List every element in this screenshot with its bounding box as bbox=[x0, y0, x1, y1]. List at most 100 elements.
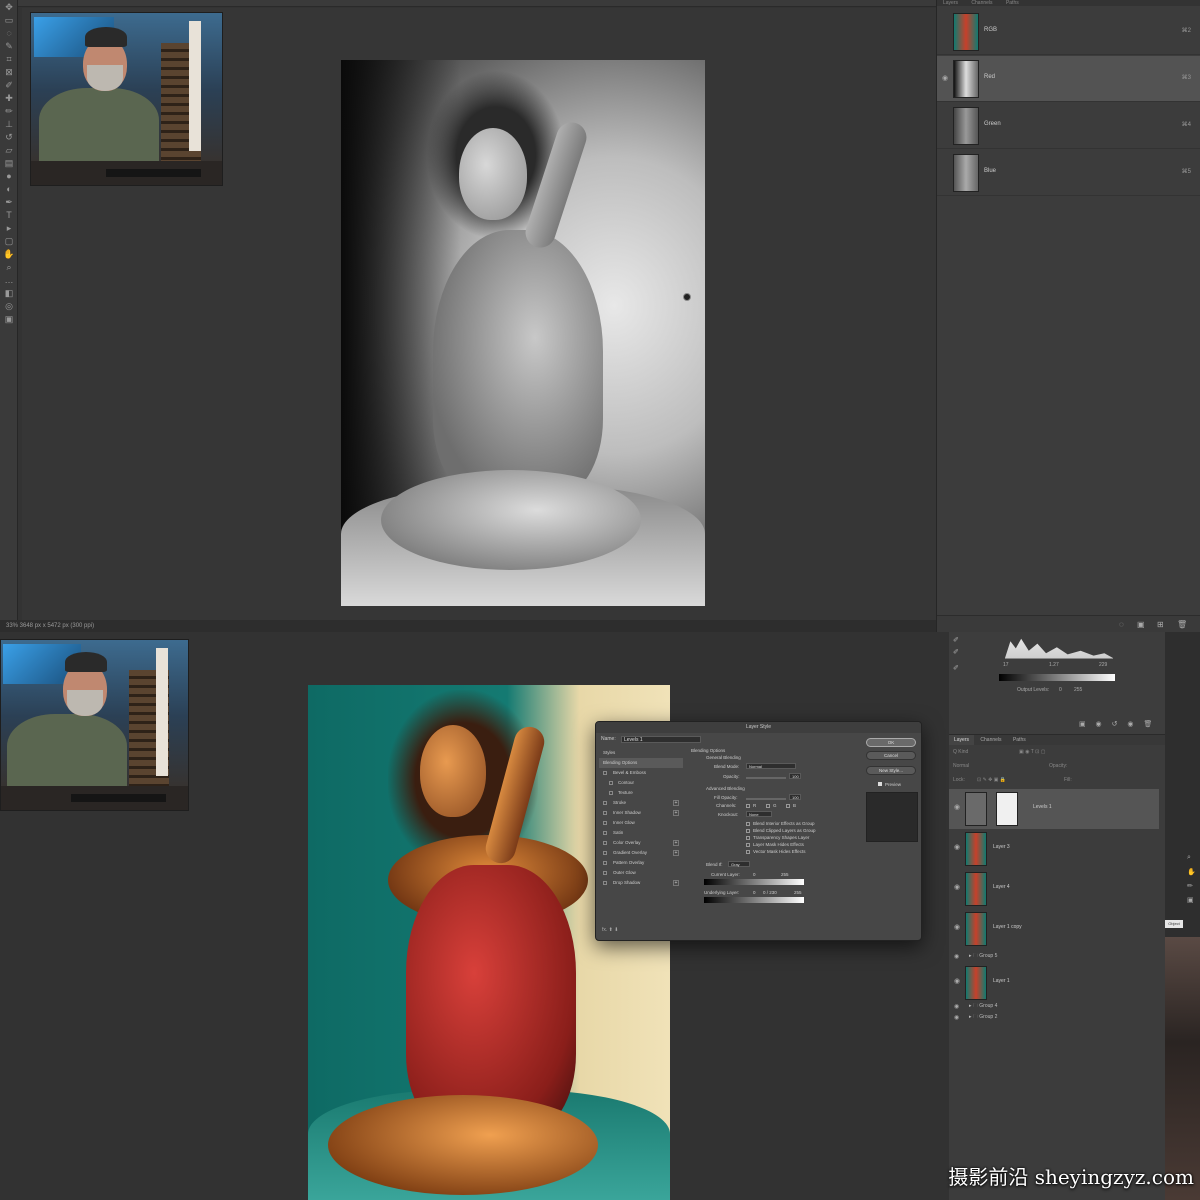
output-levels-slider[interactable] bbox=[999, 674, 1115, 681]
new-style-button[interactable]: New Style... bbox=[866, 766, 916, 775]
move-tool-icon[interactable]: ✥ bbox=[3, 2, 15, 13]
eyedropper-gray-icon[interactable]: ✐ bbox=[953, 648, 959, 656]
save-selection-icon[interactable]: ▣ bbox=[1137, 620, 1145, 629]
style-color-overlay[interactable]: Color Overlay + bbox=[599, 838, 683, 848]
visibility-eye-icon[interactable]: ◉ bbox=[954, 883, 960, 891]
object-button[interactable]: Object bbox=[1165, 920, 1183, 928]
layer-row-layer-4[interactable]: ◉ Layer 4 bbox=[949, 869, 1159, 909]
style-outer-glow[interactable]: Outer Glow bbox=[599, 868, 683, 878]
blend-if-select[interactable]: Gray bbox=[728, 861, 750, 867]
input-white-level[interactable]: 229 bbox=[1099, 662, 1107, 668]
channel-r-checkbox[interactable]: R bbox=[746, 803, 756, 808]
layer-mask-thumbnail[interactable] bbox=[996, 792, 1018, 826]
tab-channels[interactable]: Channels bbox=[975, 735, 1006, 745]
style-drop-shadow[interactable]: Drop Shadow + bbox=[599, 878, 683, 888]
pen-tool-icon[interactable]: ✒ bbox=[3, 197, 15, 208]
style-texture[interactable]: Texture bbox=[599, 788, 683, 798]
style-satin[interactable]: Satin bbox=[599, 828, 683, 838]
ok-button[interactable]: OK bbox=[866, 738, 916, 747]
shape-tool-icon[interactable]: ▢ bbox=[3, 236, 15, 247]
layer-row-layer-3[interactable]: ◉ Layer 3 bbox=[949, 829, 1159, 869]
style-inner-glow[interactable]: Inner Glow bbox=[599, 818, 683, 828]
visibility-eye-icon[interactable]: ◉ bbox=[954, 977, 960, 985]
style-gradient-overlay[interactable]: Gradient Overlay + bbox=[599, 848, 683, 858]
gradient-tool-icon[interactable]: ▤ bbox=[3, 158, 15, 169]
channel-row-blue[interactable]: Blue ⌘5 bbox=[937, 150, 1200, 196]
styles-header[interactable]: Styles bbox=[599, 748, 683, 758]
style-inner-shadow[interactable]: Inner Shadow + bbox=[599, 808, 683, 818]
eyedropper-black-icon[interactable]: ✐ bbox=[953, 636, 959, 644]
crop-tool-icon[interactable]: ⌗ bbox=[3, 54, 15, 65]
healing-tool-icon[interactable]: ✚ bbox=[3, 93, 15, 104]
group-row-group-5[interactable]: ◉ ▸ 🗀 Group 5 bbox=[949, 951, 1159, 962]
visibility-eye-icon[interactable]: ◉ bbox=[954, 953, 959, 960]
blend-mode-select[interactable]: Normal bbox=[746, 763, 796, 769]
brush-icon[interactable]: ✏ bbox=[1187, 882, 1193, 890]
delete-channel-icon[interactable]: 🗑 bbox=[1177, 620, 1187, 629]
layer-row-levels-1[interactable]: ◉ Levels 1 bbox=[949, 789, 1159, 829]
hand-tool-icon[interactable]: ✋ bbox=[3, 249, 15, 260]
opacity-input[interactable]: 100 bbox=[789, 773, 801, 779]
output-white-level[interactable]: 255 bbox=[1074, 687, 1082, 693]
quick-select-tool-icon[interactable]: ✎ bbox=[3, 41, 15, 52]
tab-layers[interactable]: Layers bbox=[937, 0, 964, 6]
style-name-input[interactable]: Levels 1 bbox=[621, 736, 701, 743]
fill-opacity-input[interactable]: 100 bbox=[789, 794, 801, 800]
tab-paths[interactable]: Paths bbox=[1008, 735, 1031, 745]
add-gradient-overlay-icon[interactable]: + bbox=[673, 850, 679, 856]
channel-row-red[interactable]: ◉ Red ⌘3 bbox=[937, 56, 1200, 102]
group-row-group-2[interactable]: ◉ ▸ 🗀 Group 2 bbox=[949, 1012, 1159, 1023]
brush-tool-icon[interactable]: ✏ bbox=[3, 106, 15, 117]
knockout-select[interactable]: None bbox=[746, 811, 772, 817]
add-drop-shadow-icon[interactable]: + bbox=[673, 880, 679, 886]
blur-tool-icon[interactable]: ● bbox=[3, 171, 15, 182]
style-bevel-emboss[interactable]: Bevel & Emboss bbox=[599, 768, 683, 778]
load-selection-icon[interactable]: ◌ bbox=[1119, 620, 1124, 629]
layer-filter-icons[interactable]: ▣ ◉ T ⊡ ▢ bbox=[1019, 749, 1045, 755]
dodge-tool-icon[interactable]: ◐ bbox=[3, 184, 15, 195]
zoom-tool-icon[interactable]: ⌕ bbox=[3, 262, 15, 273]
channel-row-rgb[interactable]: RGB ⌘2 bbox=[937, 9, 1200, 55]
lasso-tool-icon[interactable]: ◌ bbox=[3, 28, 15, 39]
lock-icons[interactable]: ⊡ ✎ ✥ ▣ 🔒 bbox=[977, 777, 1006, 783]
layer-row-layer-1[interactable]: ◉ Layer 1 bbox=[949, 963, 1159, 1003]
eyedropper-white-icon[interactable]: ✐ bbox=[953, 664, 959, 672]
visibility-eye-icon[interactable]: ◉ bbox=[954, 923, 960, 931]
color-swatches-icon[interactable]: ◧ bbox=[3, 288, 15, 299]
tab-layers[interactable]: Layers bbox=[949, 735, 975, 745]
cancel-button[interactable]: Cancel bbox=[866, 751, 916, 760]
type-tool-icon[interactable]: T bbox=[3, 210, 15, 221]
visibility-eye-icon[interactable]: ◉ bbox=[954, 803, 960, 811]
layer-blend-mode[interactable]: Normal bbox=[953, 763, 969, 769]
fx-menu[interactable]: fx. ⬆ ⬇ bbox=[602, 927, 618, 933]
visibility-eye-icon[interactable]: ◉ bbox=[954, 1014, 959, 1021]
quick-mask-icon[interactable]: ◎ bbox=[3, 301, 15, 312]
tab-paths[interactable]: Paths bbox=[1000, 0, 1025, 6]
path-select-tool-icon[interactable]: ▸ bbox=[3, 223, 15, 234]
underlying-layer-slider[interactable] bbox=[704, 897, 804, 903]
blend-interior-checkbox[interactable]: Blend Interior Effects as Group bbox=[746, 821, 814, 826]
properties-footer-icons[interactable]: ▣ ◉ ↺ ◉ 🗑 bbox=[1079, 720, 1156, 728]
visibility-eye-icon[interactable]: ◉ bbox=[954, 843, 960, 851]
fill-opacity-slider[interactable] bbox=[746, 798, 786, 800]
zoom-icon[interactable]: ⌕ bbox=[1187, 854, 1191, 862]
channel-b-checkbox[interactable]: B bbox=[786, 803, 796, 808]
style-pattern-overlay[interactable]: Pattern Overlay bbox=[599, 858, 683, 868]
add-stroke-icon[interactable]: + bbox=[673, 800, 679, 806]
style-contour[interactable]: Contour bbox=[599, 778, 683, 788]
stamp-tool-icon[interactable]: ⊥ bbox=[3, 119, 15, 130]
eraser-tool-icon[interactable]: ▱ bbox=[3, 145, 15, 156]
eyedropper-tool-icon[interactable]: ✐ bbox=[3, 80, 15, 91]
add-color-overlay-icon[interactable]: + bbox=[673, 840, 679, 846]
add-inner-shadow-icon[interactable]: + bbox=[673, 810, 679, 816]
current-layer-slider[interactable] bbox=[704, 879, 804, 885]
frame-tool-icon[interactable]: ⊠ bbox=[3, 67, 15, 78]
more-tools-icon[interactable]: … bbox=[3, 275, 15, 286]
history-brush-icon[interactable]: ↺ bbox=[3, 132, 15, 143]
preview-checkbox[interactable]: Preview bbox=[878, 782, 901, 787]
new-channel-icon[interactable]: ⊞ bbox=[1157, 620, 1164, 629]
input-gamma-level[interactable]: 1.27 bbox=[1049, 662, 1059, 668]
hand-icon[interactable]: ✋ bbox=[1187, 868, 1196, 876]
layer-mask-hides-checkbox[interactable]: Layer Mask Hides Effects bbox=[746, 842, 804, 847]
screen-mode-icon[interactable]: ▣ bbox=[3, 314, 15, 325]
